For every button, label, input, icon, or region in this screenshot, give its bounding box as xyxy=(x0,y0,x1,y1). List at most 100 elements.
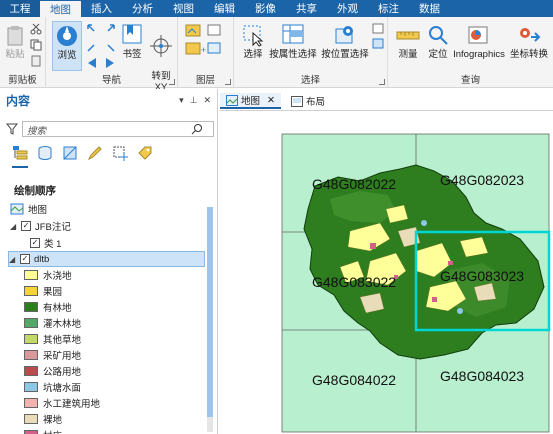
list-by-editing-icon[interactable] xyxy=(87,145,103,168)
infographics-button[interactable]: Infographics xyxy=(452,23,506,60)
layer-row-jfb[interactable]: ◢ ✓ JFB注记 xyxy=(10,218,71,234)
paste-button[interactable]: 粘贴 xyxy=(4,25,26,60)
tab-insert[interactable]: 插入 xyxy=(81,0,122,17)
legend-item: 裸地 xyxy=(24,411,62,427)
sheet-label: G48G082022 xyxy=(312,176,396,192)
layer-row-dltb[interactable]: ◢ ✓ dltb xyxy=(8,251,205,267)
legend-item: 坑塘水面 xyxy=(24,379,81,395)
layer-visibility-checkbox[interactable]: ✓ xyxy=(21,221,31,231)
coordinate-conversion-button[interactable]: 坐标转换 xyxy=(506,23,552,60)
contents-view-toolbar xyxy=(12,145,153,168)
list-by-source-icon[interactable] xyxy=(37,145,53,168)
search-input[interactable]: 搜索 xyxy=(22,121,214,137)
tab-data[interactable]: 数据 xyxy=(409,0,450,17)
collapse-icon[interactable]: ◢ xyxy=(10,222,18,231)
legend-swatch xyxy=(24,350,38,360)
svg-text:+: + xyxy=(201,45,206,55)
ribbon: 粘贴 剪贴板 浏览 书签 转到 XY 导航 + 图层 选择 按属性选择 按位置选… xyxy=(0,17,553,93)
select-by-location-icon xyxy=(335,26,353,44)
coordinate-conversion-icon xyxy=(520,28,541,42)
selection-group-label: 选择 xyxy=(300,75,320,86)
legend-swatch xyxy=(24,270,38,280)
pane-tools: ▾ ⊥ ✕ xyxy=(179,95,211,106)
tab-appearance[interactable]: 外观 xyxy=(327,0,368,17)
contents-pane-header: 内容 ▾ ⊥ ✕ xyxy=(0,89,217,111)
legend-item: 村庄 xyxy=(24,427,62,434)
locate-icon xyxy=(429,26,448,45)
filter-row: 搜索 xyxy=(4,121,214,137)
bookmarks-icon xyxy=(122,24,142,44)
copy-icon[interactable] xyxy=(30,39,42,51)
tab-view[interactable]: 视图 xyxy=(163,0,204,17)
copy-path-icon[interactable] xyxy=(30,55,42,67)
select-by-attributes-button[interactable]: 按属性选择 xyxy=(268,23,318,60)
legend-swatch xyxy=(24,302,38,312)
tab-labeling[interactable]: 标注 xyxy=(368,0,409,17)
cut-icon[interactable] xyxy=(30,23,42,35)
legend-item: 水浇地 xyxy=(24,267,72,283)
map-node[interactable]: 地图 xyxy=(10,201,47,217)
zoom-extent-icons[interactable] xyxy=(86,23,116,53)
tab-map-view[interactable]: 地图 ✕ xyxy=(220,93,281,109)
list-by-snapping-icon[interactable] xyxy=(112,145,128,168)
layer-launcher[interactable] xyxy=(225,79,231,85)
tab-layout-view[interactable]: 布局 xyxy=(285,93,331,109)
measure-button[interactable]: 测量 xyxy=(394,23,422,60)
legend-item: 其他草地 xyxy=(24,331,81,347)
navigate-group: 浏览 书签 转到 XY 导航 xyxy=(46,17,178,93)
bookmarks-button[interactable]: 书签 xyxy=(120,23,144,60)
list-by-labeling-icon[interactable] xyxy=(137,145,153,168)
sheet-label: G48G084023 xyxy=(440,368,524,384)
inquiry-group-label: 查询 xyxy=(460,75,480,86)
sheet-label: G48G083023 xyxy=(440,268,524,284)
tab-analysis[interactable]: 分析 xyxy=(122,0,163,17)
tab-share[interactable]: 共享 xyxy=(286,0,327,17)
selection-extra-icons[interactable] xyxy=(372,23,384,63)
tab-map[interactable]: 地图 xyxy=(40,1,81,17)
selection-launcher[interactable] xyxy=(379,79,385,85)
layout-icon xyxy=(290,95,303,107)
contents-pane-title: 内容 xyxy=(6,93,31,108)
clipboard-group-label: 剪贴板 xyxy=(8,75,37,86)
select-button[interactable]: 选择 xyxy=(238,23,268,60)
map-view[interactable]: G48G082022 G48G082023 G48G083022 G48G083… xyxy=(220,110,553,434)
tab-imagery[interactable]: 影像 xyxy=(245,0,286,17)
select-by-location-button[interactable]: 按位置选择 xyxy=(320,23,370,60)
layer-group: + 图层 xyxy=(178,17,234,88)
locate-button[interactable]: 定位 xyxy=(424,23,452,60)
list-by-selection-icon[interactable] xyxy=(62,145,78,168)
legend-item: 灌木林地 xyxy=(24,315,81,331)
tab-edit[interactable]: 编辑 xyxy=(204,0,245,17)
contents-scrollbar[interactable] xyxy=(207,207,213,432)
legend-item: 公路用地 xyxy=(24,363,81,379)
selection-group: 选择 按属性选择 按位置选择 选择 xyxy=(234,17,388,88)
legend-swatch xyxy=(24,414,38,424)
pane-menu-icon[interactable]: ▾ xyxy=(179,95,184,106)
map-canvas[interactable]: G48G082022 G48G082023 G48G083022 G48G083… xyxy=(220,111,553,434)
legend-item: 采矿用地 xyxy=(24,347,81,363)
layer-tools-icons[interactable]: + xyxy=(184,23,228,67)
search-icon[interactable] xyxy=(191,123,203,135)
layer-visibility-checkbox[interactable]: ✓ xyxy=(20,254,30,264)
legend-item: 有林地 xyxy=(24,299,72,315)
close-tab-icon[interactable]: ✕ xyxy=(267,95,275,106)
explore-button[interactable]: 浏览 xyxy=(52,21,82,71)
back-forward-icon[interactable] xyxy=(86,57,116,69)
tab-project[interactable]: 工程 xyxy=(0,0,40,17)
paste-icon xyxy=(7,26,23,46)
scroll-thumb[interactable] xyxy=(207,207,213,417)
collapse-icon[interactable]: ◢ xyxy=(9,255,17,264)
explore-icon xyxy=(57,26,77,46)
navigate-group-label: 导航 xyxy=(101,75,121,86)
list-by-drawing-order-icon[interactable] xyxy=(12,145,28,168)
select-icon xyxy=(243,25,264,47)
sublayer-visibility-checkbox[interactable]: ✓ xyxy=(30,238,40,248)
pin-icon[interactable]: ⊥ xyxy=(190,95,198,106)
filter-icon[interactable] xyxy=(6,123,18,135)
navigate-launcher[interactable] xyxy=(169,79,175,85)
sublayer-row-class1[interactable]: ✓ 类 1 xyxy=(30,235,61,251)
legend-swatch xyxy=(24,366,38,376)
legend-swatch xyxy=(24,398,38,408)
close-icon[interactable]: ✕ xyxy=(203,95,211,106)
legend-item: 果园 xyxy=(24,283,62,299)
